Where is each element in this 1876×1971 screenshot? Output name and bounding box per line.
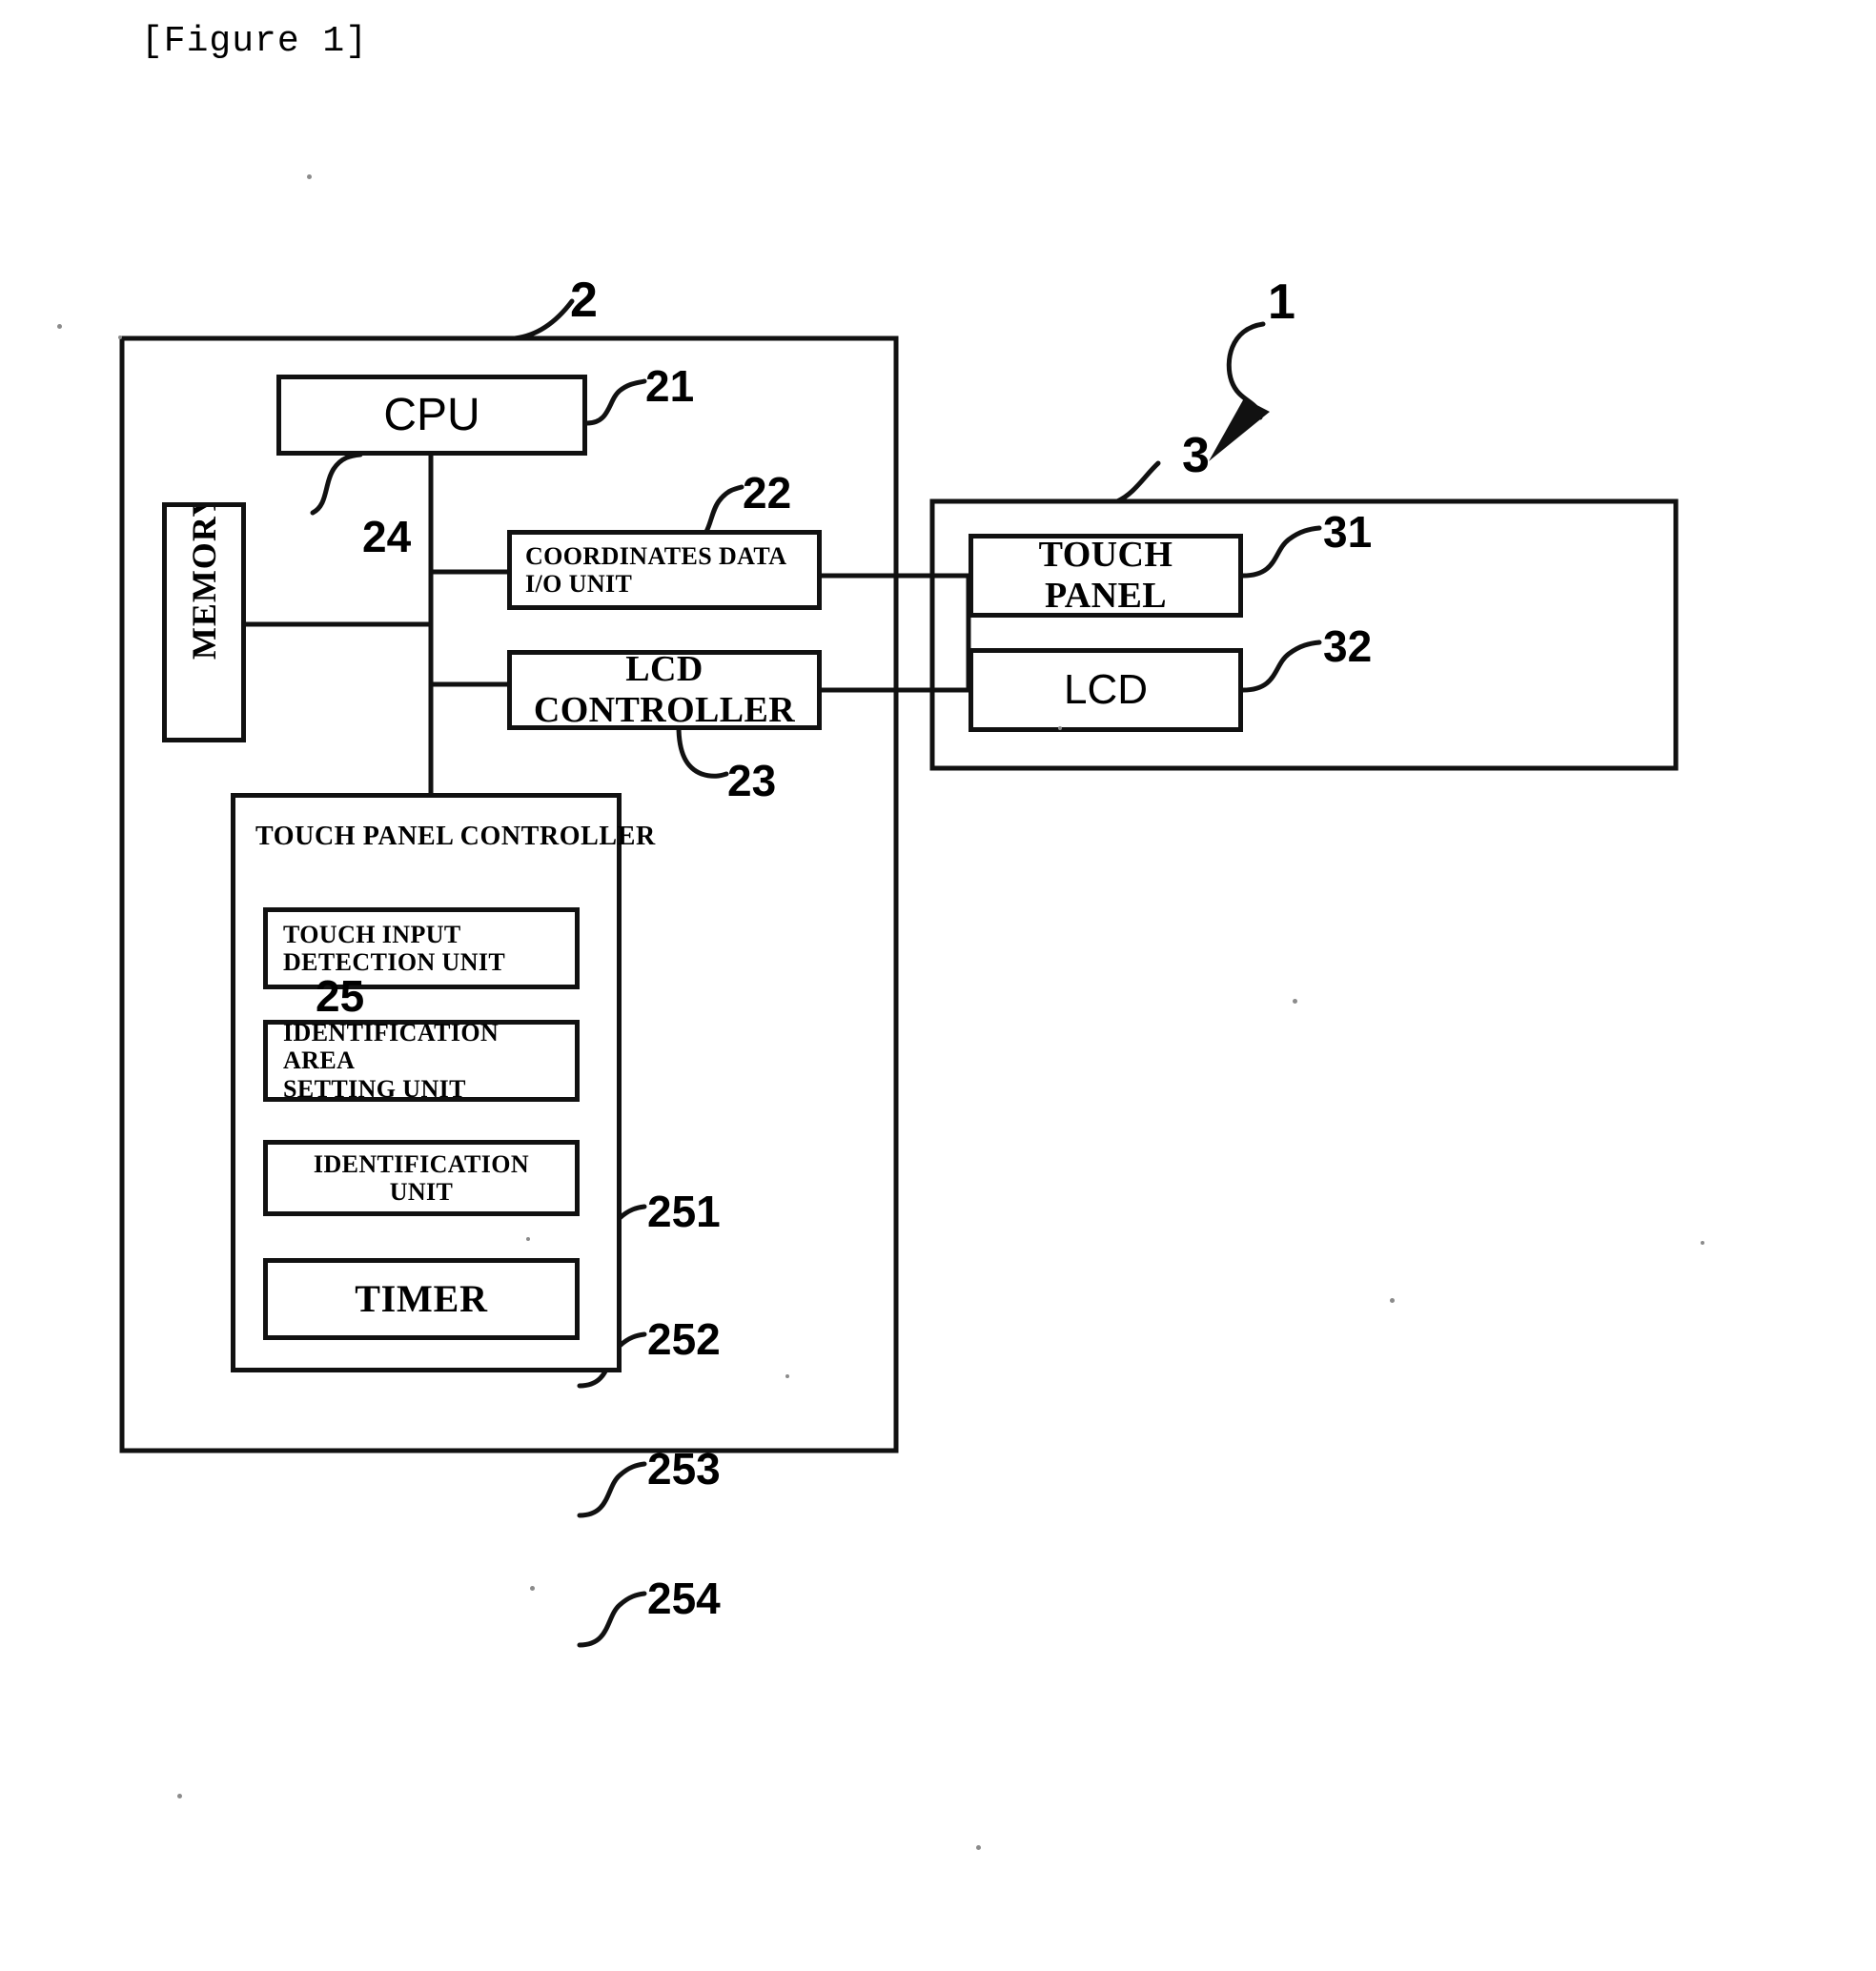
identification-area-line-1: IDENTIFICATION AREA bbox=[283, 1019, 500, 1075]
block-lcd-controller: LCD CONTROLLER bbox=[507, 649, 822, 730]
block-lcd: LCD bbox=[969, 648, 1243, 732]
block-identification-unit: IDENTIFICATION UNIT bbox=[263, 1140, 580, 1216]
block-identification-area-setting-unit-label: IDENTIFICATION AREA SETTING UNIT bbox=[283, 1019, 560, 1102]
refnum-251: 251 bbox=[647, 1187, 721, 1236]
refnum-3: 3 bbox=[1182, 428, 1210, 483]
leader-21 bbox=[584, 378, 647, 426]
refnum-254: 254 bbox=[647, 1574, 721, 1623]
identification-area-line-2: SETTING UNIT bbox=[283, 1074, 466, 1103]
refnum-23: 23 bbox=[727, 756, 777, 805]
leader-254 bbox=[577, 1591, 647, 1648]
touch-input-detection-line-1: TOUCH INPUT bbox=[283, 920, 461, 948]
refnum-22: 22 bbox=[743, 468, 792, 518]
block-lcd-controller-label: LCD CONTROLLER bbox=[533, 649, 796, 730]
refnum-1: 1 bbox=[1268, 274, 1295, 330]
block-cpu-label: CPU bbox=[383, 389, 480, 440]
coordinates-io-line-1: COORDINATES DATA bbox=[525, 541, 787, 570]
refnum-21: 21 bbox=[645, 361, 695, 411]
leader-31 bbox=[1240, 525, 1322, 579]
block-lcd-label: LCD bbox=[1063, 666, 1149, 714]
block-touch-input-detection-unit: TOUCH INPUT DETECTION UNIT bbox=[263, 907, 580, 989]
refnum-2: 2 bbox=[570, 273, 598, 328]
leader-32 bbox=[1240, 640, 1322, 693]
block-identification-unit-label: IDENTIFICATION UNIT bbox=[313, 1149, 530, 1206]
block-memory: MEMORY bbox=[162, 502, 246, 742]
leader-24 bbox=[310, 452, 363, 516]
block-timer-label: TIMER bbox=[355, 1276, 488, 1320]
block-memory-label: MEMORY bbox=[184, 502, 223, 660]
block-cpu: CPU bbox=[276, 375, 587, 456]
refnum-24: 24 bbox=[362, 512, 412, 561]
refnum-252: 252 bbox=[647, 1314, 721, 1364]
refnum-25: 25 bbox=[316, 971, 365, 1021]
block-coordinates-io: COORDINATES DATA I/O UNIT bbox=[507, 530, 822, 610]
block-identification-area-setting-unit: IDENTIFICATION AREA SETTING UNIT bbox=[263, 1019, 580, 1103]
block-touch-input-detection-unit-label: TOUCH INPUT DETECTION UNIT bbox=[283, 921, 560, 976]
block-coordinates-io-label: COORDINATES DATA I/O UNIT bbox=[525, 542, 804, 598]
leader-23 bbox=[676, 723, 729, 779]
leader-3 bbox=[1114, 460, 1161, 504]
coordinates-io-line-2: I/O UNIT bbox=[525, 570, 633, 598]
leader-253 bbox=[577, 1461, 647, 1518]
block-touch-panel-controller-label: TOUCH PANEL CONTROLLER bbox=[255, 822, 656, 851]
block-touch-panel-label: TOUCH PANEL bbox=[1038, 535, 1173, 616]
leader-1-arrowhead bbox=[1209, 398, 1270, 461]
block-timer: TIMER bbox=[263, 1258, 580, 1340]
refnum-31: 31 bbox=[1323, 507, 1373, 557]
block-touch-panel: TOUCH PANEL bbox=[969, 534, 1243, 618]
refnum-32: 32 bbox=[1323, 621, 1373, 671]
refnum-253: 253 bbox=[647, 1444, 721, 1493]
leader-2 bbox=[512, 298, 575, 341]
